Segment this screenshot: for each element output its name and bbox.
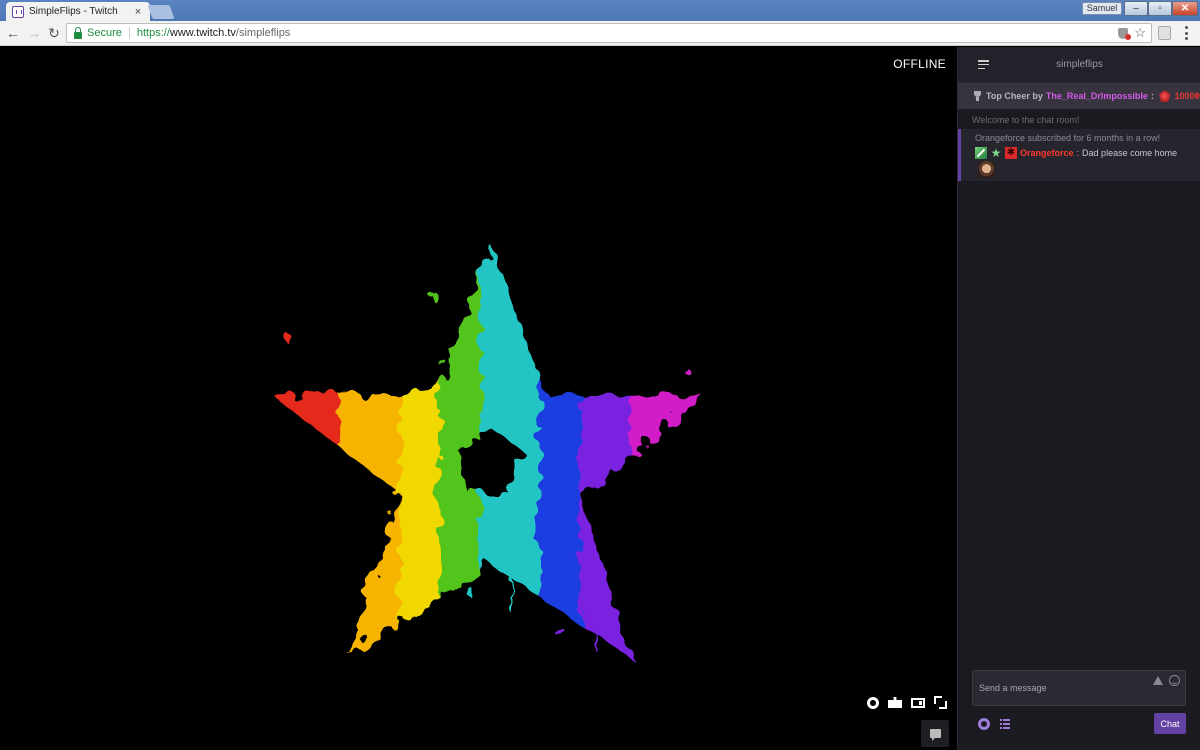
- fullscreen-icon[interactable]: [934, 696, 947, 709]
- address-separator: [128, 27, 130, 39]
- chat-bubble-icon: [929, 729, 941, 741]
- extension-icon[interactable]: [1158, 26, 1171, 40]
- bookmark-star-icon[interactable]: ☆: [1134, 26, 1146, 39]
- cheer-gem-icon: [1158, 90, 1171, 102]
- subscriber-badge-icon[interactable]: ✱: [1005, 147, 1017, 159]
- chat-toggle-button[interactable]: [921, 720, 949, 747]
- back-button[interactable]: ←: [5, 25, 21, 41]
- url-path: /simpleflips: [235, 27, 291, 39]
- address-bar[interactable]: Secure https:// www.twitch.tv /simplefli…: [66, 23, 1152, 43]
- bits-icon[interactable]: [1153, 676, 1163, 685]
- emoji-icon[interactable]: [1169, 675, 1180, 686]
- minimize-button[interactable]: –: [1124, 1, 1148, 16]
- welcome-message: Welcome to the chat room!: [972, 115, 1080, 125]
- address-actions: ☆: [1118, 26, 1151, 40]
- star-badge-icon[interactable]: ★: [990, 147, 1002, 159]
- subscription-notice: Orangeforce subscribed for 6 months in a…: [958, 129, 1200, 181]
- url-host: www.twitch.tv: [169, 27, 236, 39]
- chat-header: simpleflips: [958, 47, 1200, 83]
- gear-icon[interactable]: [867, 696, 879, 709]
- top-cheer-banner[interactable]: Top Cheer by The_Real_DrImpossible : 100…: [958, 83, 1200, 109]
- offline-banner-star: [275, 244, 705, 657]
- top-cheer-label: Top Cheer by: [986, 91, 1043, 101]
- url-scheme: https://: [136, 27, 170, 39]
- chat-composer: [972, 670, 1186, 706]
- clapper-icon[interactable]: [888, 697, 902, 708]
- player-controls: [867, 696, 947, 709]
- moderator-badge-icon[interactable]: [975, 147, 987, 159]
- video-player[interactable]: OFFLINE: [0, 47, 957, 750]
- twitch-favicon-icon: [12, 5, 24, 18]
- forward-button[interactable]: →: [26, 25, 42, 41]
- subscription-text: Orangeforce subscribed for 6 months in a…: [975, 133, 1161, 143]
- viewer-list-icon[interactable]: [1000, 719, 1010, 729]
- offline-status: OFFLINE: [893, 57, 946, 71]
- blocked-content-icon[interactable]: [1118, 27, 1132, 40]
- browser-menu-icon[interactable]: [1183, 26, 1189, 40]
- theater-mode-icon[interactable]: [911, 697, 925, 708]
- chat-channel-name: simpleflips: [1056, 59, 1103, 70]
- send-chat-button[interactable]: Chat: [1154, 713, 1186, 734]
- top-cheer-user[interactable]: The_Real_DrImpossible: [1046, 91, 1148, 101]
- chat-input[interactable]: [973, 671, 1143, 705]
- browser-toolbar: ← → ↻ Secure https:// www.twitch.tv /sim…: [0, 21, 1200, 46]
- browser-titlebar: SimpleFlips - Twitch × Samuel – ▫ ✕: [0, 0, 1200, 21]
- trophy-icon: [972, 91, 982, 101]
- tab-title: SimpleFlips - Twitch: [29, 6, 118, 17]
- message-text: Dad please come home: [1082, 148, 1178, 158]
- message-colon: :: [1076, 148, 1080, 158]
- new-tab-button[interactable]: [147, 5, 175, 19]
- chat-message: ★ ✱ Orangeforce : Dad please come home: [975, 147, 1200, 159]
- reload-button[interactable]: ↻: [46, 25, 62, 41]
- browser-tab[interactable]: SimpleFlips - Twitch ×: [6, 2, 150, 21]
- chat-panel: simpleflips Top Cheer by The_Real_DrImpo…: [957, 47, 1200, 750]
- profile-button[interactable]: Samuel: [1082, 2, 1122, 15]
- message-username[interactable]: Orangeforce: [1020, 148, 1074, 158]
- chat-settings-icon[interactable]: [978, 718, 990, 730]
- secure-label: Secure: [87, 27, 122, 39]
- tab-close-icon[interactable]: ×: [132, 6, 144, 18]
- top-cheer-colon: :: [1150, 91, 1154, 101]
- avatar[interactable]: [978, 161, 995, 178]
- chevron-down-icon[interactable]: ▾: [1195, 91, 1200, 102]
- lock-icon: [74, 26, 82, 39]
- maximize-button[interactable]: ▫: [1148, 1, 1172, 16]
- close-window-button[interactable]: ✕: [1172, 1, 1198, 16]
